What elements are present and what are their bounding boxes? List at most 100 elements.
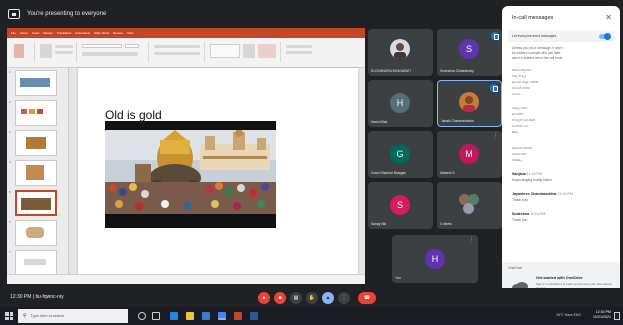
slide-thumbnails: 1 2 3 4 5 6 7 <box>7 68 69 276</box>
current-slide[interactable]: Old is gold <box>78 68 358 274</box>
participant-tile-active[interactable]: Janaki Chandrashekar <box>437 80 502 127</box>
word-icon[interactable] <box>250 312 258 320</box>
in-call-messages-panel: In-call messages ✕ Let everyone send mes… <box>502 6 620 290</box>
slide-thumbnail[interactable] <box>15 70 57 96</box>
arrange-button[interactable] <box>243 44 255 58</box>
participant-photo <box>390 39 410 59</box>
captions-button[interactable]: ▤ <box>290 292 302 304</box>
participant-tile[interactable]: SUCHANDRA BHAGAVATI <box>368 29 433 76</box>
ppt-ribbon-tabs: File Home Insert Design Transitions Anim… <box>7 28 365 38</box>
slide-thumbnail-active[interactable] <box>15 190 57 216</box>
ppt-tab-transitions[interactable]: Transitions <box>57 31 72 35</box>
search-icon: ⚲ <box>23 313 27 319</box>
font-format-buttons[interactable] <box>82 52 138 56</box>
quick-styles-button[interactable] <box>258 44 276 58</box>
edge-icon[interactable] <box>170 312 178 320</box>
ribbon-group-editing <box>283 42 319 62</box>
send-messages-toggle[interactable] <box>599 33 611 40</box>
store-icon[interactable] <box>202 312 210 320</box>
clock-date: 10/21/2021 <box>593 315 611 319</box>
paste-button[interactable] <box>14 44 24 58</box>
shapes-gallery[interactable] <box>210 44 240 58</box>
align-buttons[interactable] <box>154 52 200 55</box>
shared-powerpoint-window: File Home Insert Design Transitions Anim… <box>7 28 365 284</box>
participant-name: SUCHANDRA BHAGAVATI <box>371 69 411 73</box>
taskbar-search-box[interactable]: ⚲ Type here to search <box>18 309 128 323</box>
chat-sender: Jayashree Chandrasekhar 11:16 PM <box>512 192 573 196</box>
leave-call-button[interactable]: ☎ <box>358 292 376 304</box>
thumb-number: 4 <box>9 160 11 164</box>
chat-message-line: Thank you <box>512 218 528 222</box>
chrome-icon[interactable] <box>218 312 226 320</box>
slide-thumbnail[interactable] <box>15 100 57 126</box>
slide-thumbnail[interactable] <box>15 220 57 246</box>
others-count: 3 others <box>440 222 452 226</box>
reset-button[interactable] <box>55 51 73 54</box>
chat-message-line: ದೀಪಾಲಂಕಾರ <box>512 152 527 156</box>
others-avatars <box>459 194 479 214</box>
ppt-tab-file[interactable]: File <box>11 31 16 35</box>
cortana-icon[interactable] <box>138 312 146 320</box>
more-vert-icon: ⋮ <box>341 295 347 301</box>
participant-tile[interactable]: S Sudeshna Chakraborty <box>437 29 502 76</box>
thumb-number: 7 <box>9 250 11 254</box>
ppt-tab-view[interactable]: View <box>127 31 133 35</box>
layout-button[interactable] <box>55 45 73 48</box>
ribbon-group-slides <box>37 42 77 62</box>
more-options-icon[interactable]: ⋮ <box>469 237 474 243</box>
notifications-icon[interactable] <box>614 312 620 320</box>
participant-tile[interactable]: G Gowri Shankar Bhargav <box>368 131 433 178</box>
ppt-tab-slideshow[interactable]: Slide Show <box>94 31 109 35</box>
others-tile[interactable]: 3 others <box>437 182 502 229</box>
ribbon-group-drawing <box>207 42 281 62</box>
ppt-tab-review[interactable]: Review <box>113 31 123 35</box>
font-selector[interactable] <box>82 44 122 48</box>
new-slide-button[interactable] <box>40 44 52 58</box>
ppt-tab-design[interactable]: Design <box>43 31 52 35</box>
slide-thumbnail[interactable] <box>15 130 57 156</box>
slide-title[interactable]: Old is gold <box>105 108 162 122</box>
windows-start-icon[interactable] <box>5 312 13 320</box>
mic-toggle-button[interactable]: ● <box>258 292 270 304</box>
list-buttons[interactable] <box>154 45 200 48</box>
ppt-tab-home[interactable]: Home <box>20 31 28 35</box>
slide-thumbnail[interactable] <box>15 250 57 276</box>
close-icon[interactable]: ✕ <box>605 13 612 22</box>
ppt-tab-animations[interactable]: Animations <box>75 31 90 35</box>
ppt-status-bar <box>7 274 365 284</box>
present-now-button[interactable]: ▲ <box>322 292 334 304</box>
thumb-number: 3 <box>9 130 11 134</box>
taskbar-clock[interactable]: 12:30 PM 10/21/2021 <box>593 310 611 320</box>
notification-app-name: OneDrive <box>508 266 523 270</box>
raise-hand-button[interactable]: ✋ <box>306 292 318 304</box>
participant-avatar: S <box>390 195 410 215</box>
participant-tile[interactable]: S Sanay Nik <box>368 182 433 229</box>
participant-avatar: M <box>459 144 479 164</box>
ppt-ribbon <box>7 38 365 68</box>
self-view-tile[interactable]: ⋮ H You <box>392 235 478 283</box>
participant-name: Sudeshna Chakraborty <box>440 69 474 73</box>
task-view-icon[interactable] <box>152 312 160 320</box>
more-options-button[interactable]: ⋮ <box>338 292 350 304</box>
thumb-number: 6 <box>9 220 11 224</box>
chat-message-line: ಹೆಮ್ಮೆ <box>512 130 519 134</box>
participant-tile[interactable]: ⋮ M Mahesh K <box>437 131 502 178</box>
powerpoint-icon[interactable] <box>234 312 242 320</box>
replace-button[interactable] <box>286 51 312 54</box>
ppt-tab-insert[interactable]: Insert <box>32 31 40 35</box>
camera-toggle-button[interactable]: ■ <box>274 292 286 304</box>
participant-tile[interactable]: H Harini Bhat <box>368 80 433 127</box>
ppt-workspace: 1 2 3 4 5 6 7 Old is gold <box>7 68 365 276</box>
find-button[interactable] <box>286 45 312 48</box>
file-explorer-icon[interactable] <box>186 312 194 320</box>
more-options-icon[interactable]: ⋮ <box>493 133 498 139</box>
mic-off-icon: ● <box>262 295 266 301</box>
screen: You're presenting to everyone File Home … <box>0 0 623 325</box>
meeting-time: 12:30 PM <box>10 294 32 300</box>
slide-thumbnail[interactable] <box>15 160 57 186</box>
font-size-selector[interactable] <box>125 44 139 48</box>
participant-avatar: S <box>459 39 479 59</box>
system-tray[interactable]: 26°C Haze ENG <box>556 313 581 317</box>
chat-message-line: ಮೈಸೂರು ಅರಮನೆ <box>512 146 533 150</box>
slide-editor: Old is gold <box>71 68 365 274</box>
